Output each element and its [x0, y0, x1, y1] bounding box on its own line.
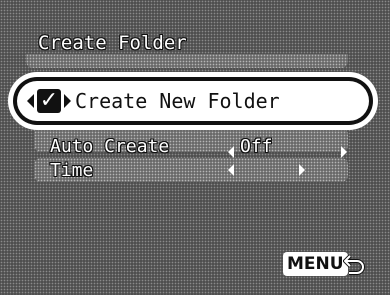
- menu-item-create-new-folder[interactable]: ✓ Create New Folder: [8, 72, 378, 130]
- menu-button[interactable]: MENU: [283, 252, 348, 276]
- menu-item-label: Create New Folder: [75, 89, 280, 113]
- right-arrow-icon[interactable]: [299, 164, 305, 176]
- camera-menu-screen: Create Folder ✓ Create New Folder Auto C…: [0, 0, 390, 295]
- left-arrow-icon[interactable]: [27, 94, 34, 108]
- right-arrow-icon[interactable]: [64, 94, 71, 108]
- menu-item-time-label[interactable]: Time: [50, 160, 93, 181]
- title-underline-bar: [26, 54, 348, 68]
- left-arrow-icon[interactable]: [228, 146, 234, 158]
- left-arrow-icon[interactable]: [228, 164, 234, 176]
- menu-item-auto-create-value[interactable]: Off: [240, 136, 273, 157]
- menu-item-auto-create-label[interactable]: Auto Create: [50, 136, 169, 157]
- right-arrow-icon[interactable]: [341, 146, 347, 158]
- page-title: Create Folder: [38, 32, 187, 54]
- return-arrow-icon[interactable]: [343, 252, 367, 276]
- checkbox-checked-icon[interactable]: ✓: [37, 89, 61, 113]
